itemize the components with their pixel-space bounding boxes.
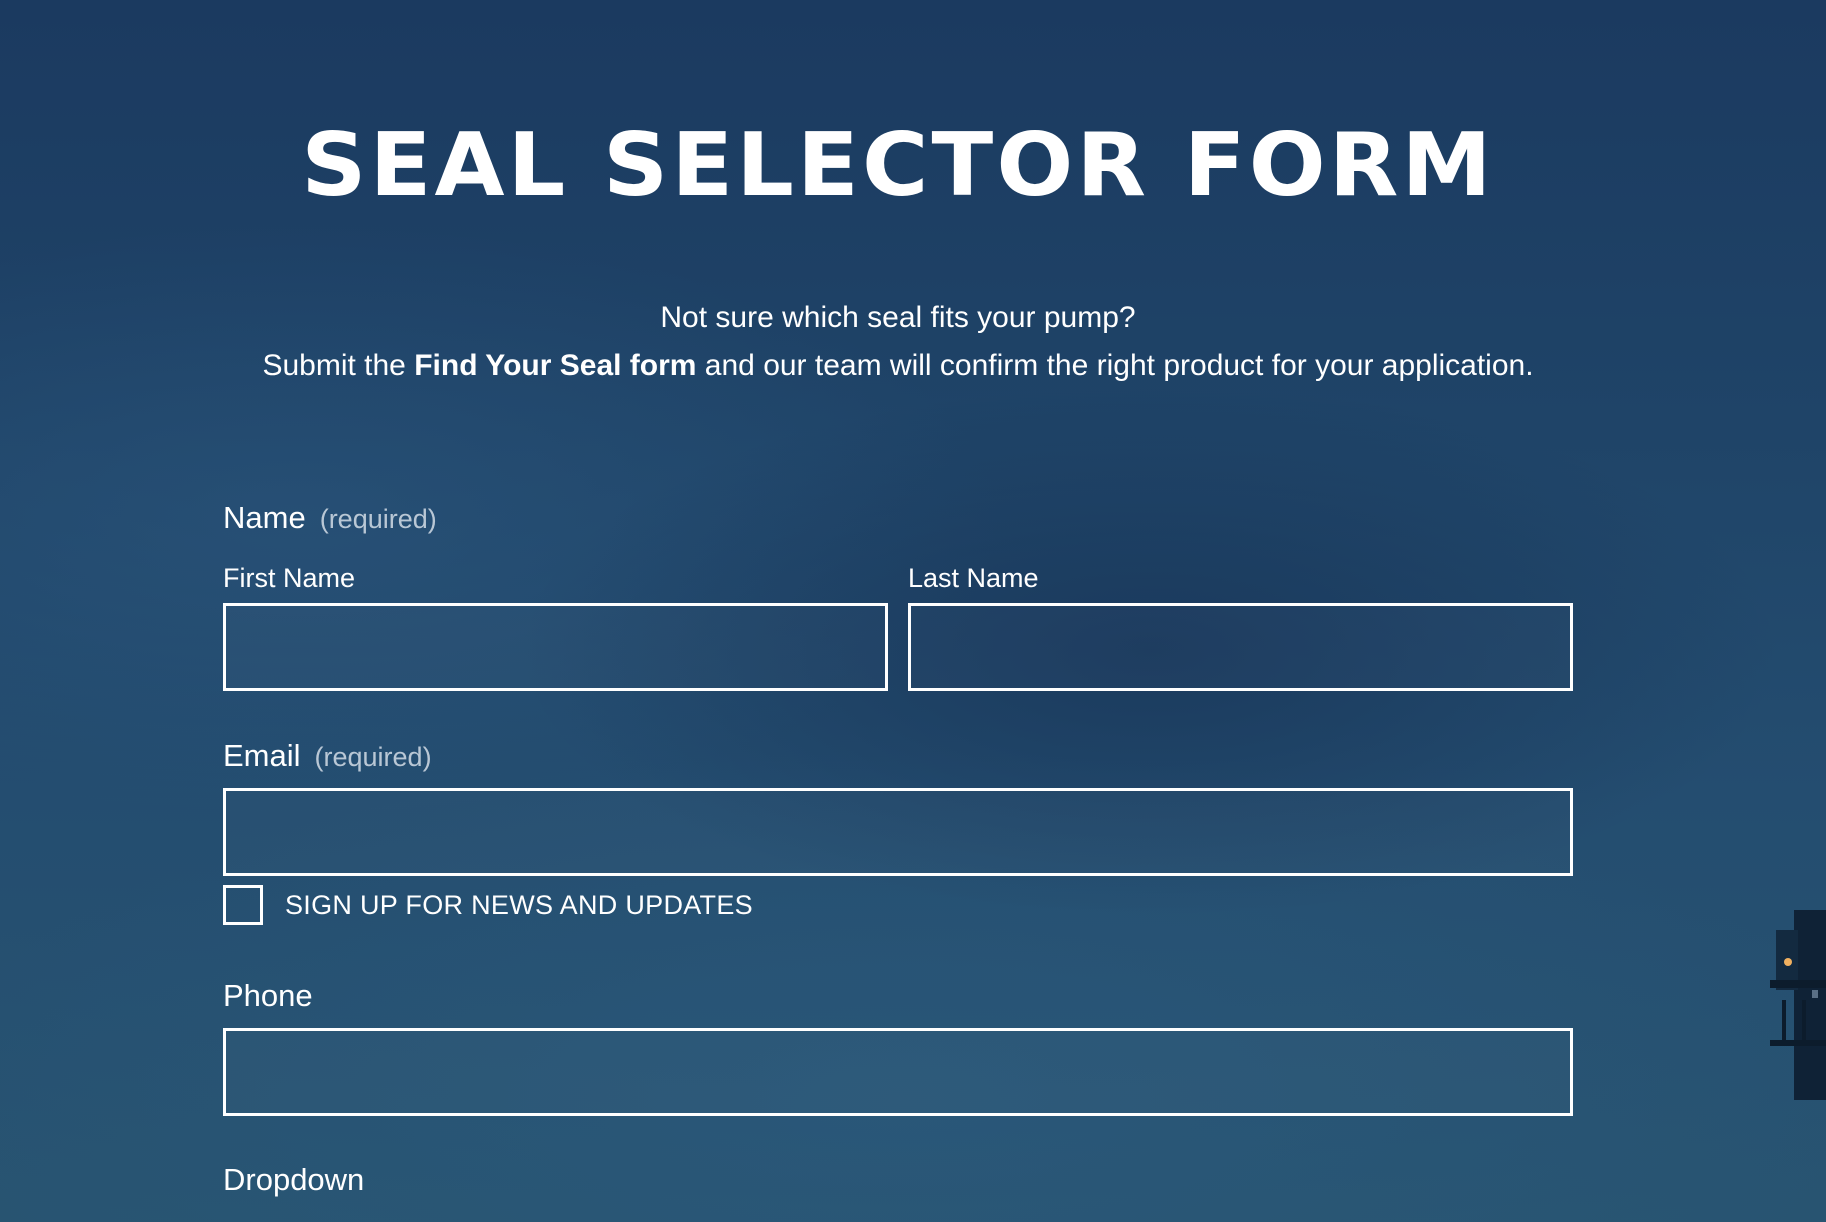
background-structure-silhouette (1770, 910, 1826, 1100)
name-label: Name (223, 500, 306, 535)
email-field[interactable] (223, 788, 1573, 876)
phone-field[interactable] (223, 1028, 1573, 1116)
last-name-label: Last Name (908, 563, 1039, 593)
newsletter-checkbox[interactable] (223, 885, 263, 925)
dropdown-label: Dropdown (223, 1162, 365, 1197)
first-name-label: First Name (223, 563, 356, 593)
intro-text: Not sure which seal fits your pump? Subm… (223, 294, 1573, 390)
name-group-label: Name (required) (223, 502, 437, 533)
phone-label: Phone (223, 978, 313, 1013)
last-name-field[interactable] (908, 603, 1573, 691)
seal-selector-form: SEAL SELECTOR FORM Not sure which seal f… (223, 0, 1573, 1222)
email-group-label: Email (required) (223, 740, 432, 771)
newsletter-checkbox-label[interactable]: SIGN UP FOR NEWS AND UPDATES (285, 890, 753, 921)
email-label: Email (223, 738, 301, 773)
intro-line-2: Submit the Find Your Seal form and our t… (223, 342, 1573, 390)
intro-line-1: Not sure which seal fits your pump? (660, 301, 1136, 334)
newsletter-signup-row[interactable]: SIGN UP FOR NEWS AND UPDATES (223, 885, 753, 925)
email-required-hint: (required) (314, 742, 432, 772)
page-title: SEAL SELECTOR FORM (301, 114, 1495, 216)
first-name-field[interactable] (223, 603, 888, 691)
intro-line-2-emphasis: Find Your Seal form (414, 349, 697, 382)
name-required-hint: (required) (319, 504, 437, 534)
intro-line-2-prefix: Submit the (262, 349, 415, 382)
intro-line-2-suffix: and our team will confirm the right prod… (696, 349, 1534, 382)
